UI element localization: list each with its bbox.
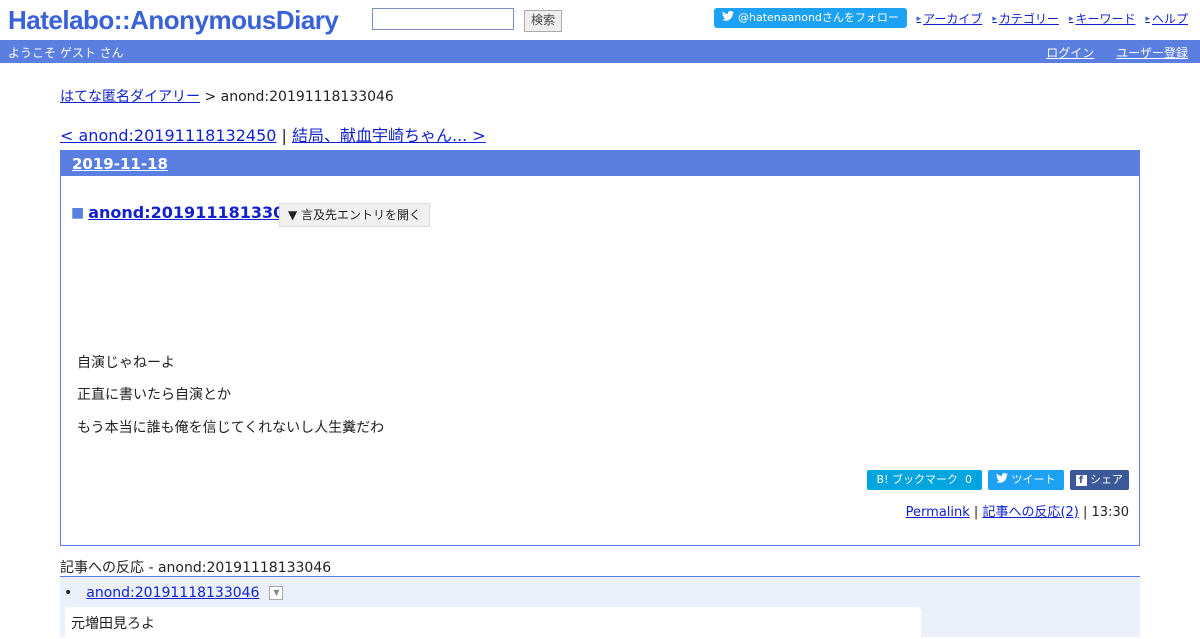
day-section: 2019-11-18 ■ anond:20191118133006 ▼ 言及先エ… bbox=[60, 150, 1140, 546]
day-header: 2019-11-18 bbox=[61, 151, 1139, 176]
chevron-down-icon[interactable]: ▼ bbox=[269, 586, 284, 600]
entry-meta: Permalink | 記事への反応(2) | 13:30 bbox=[905, 505, 1129, 520]
nav-help[interactable]: ▸ ヘルプ bbox=[1145, 10, 1188, 27]
responses-link[interactable]: 記事への反応(2) bbox=[982, 505, 1078, 520]
user-bar: ようこそ ゲスト さん ログイン ユーザー登録 bbox=[0, 40, 1200, 63]
permalink[interactable]: Permalink bbox=[906, 505, 970, 520]
top-bar: Hatelabo::AnonymousDiary 検索 @hatenaanond… bbox=[0, 0, 1200, 40]
top-nav: ▸ アーカイブ ▸ カテゴリー ▸ キーワード ▸ ヘルプ bbox=[917, 10, 1188, 27]
prev-entry-link[interactable]: < anond:20191118132450 bbox=[60, 126, 276, 145]
login-link[interactable]: ログイン bbox=[1046, 44, 1094, 61]
register-link[interactable]: ユーザー登録 bbox=[1116, 44, 1188, 61]
entry-pager: < anond:20191118132450 | 結局、献血宇崎ちゃん... > bbox=[60, 122, 486, 146]
reference-snippet-text: 元増田見ろよ bbox=[71, 616, 155, 632]
list-bullet-icon: • bbox=[64, 585, 73, 601]
references-title: 記事への反応 - anond:20191118133046 bbox=[60, 560, 332, 576]
references-list: • anond:20191118133046 ▼ 元増田見ろよ bbox=[60, 576, 1140, 639]
breadcrumb-separator: > bbox=[200, 89, 221, 105]
welcome-text: ようこそ ゲスト さん bbox=[8, 46, 124, 60]
twitter-icon bbox=[996, 473, 1012, 486]
reference-snippet: 元増田見ろよ bbox=[65, 607, 921, 639]
square-icon: ■ bbox=[71, 204, 85, 221]
auth-links: ログイン ユーザー登録 bbox=[1046, 44, 1188, 61]
breadcrumb-home[interactable]: はてな匿名ダイアリー bbox=[60, 89, 200, 105]
search-input[interactable] bbox=[372, 8, 514, 30]
nav-keyword[interactable]: ▸ キーワード bbox=[1069, 10, 1136, 27]
pager-separator: | bbox=[276, 126, 292, 145]
bullet-icon: ▸ bbox=[916, 13, 922, 24]
tweet-button[interactable]: ツイート bbox=[988, 470, 1064, 490]
bullet-icon: ▸ bbox=[1145, 13, 1150, 24]
bookmark-count: 0 bbox=[965, 473, 972, 486]
nav-archive[interactable]: ▸ アーカイブ bbox=[917, 10, 983, 27]
hatena-bookmark-button[interactable]: B! ブックマーク 0 bbox=[866, 470, 982, 490]
reference-item: • anond:20191118133046 ▼ bbox=[64, 585, 284, 601]
follow-label: @hatenaanondさんをフォロー bbox=[738, 11, 899, 24]
bullet-icon: ▸ bbox=[1068, 13, 1074, 24]
next-entry-link[interactable]: 結局、献血宇崎ちゃん... > bbox=[292, 126, 486, 145]
expand-referenced-button[interactable]: ▼ 言及先エントリを開く bbox=[279, 203, 431, 227]
entry-body-line: 正直に書いたら自演とか bbox=[77, 387, 231, 403]
search-button[interactable]: 検索 bbox=[524, 10, 563, 32]
twitter-follow-button[interactable]: @hatenaanondさんをフォロー bbox=[714, 8, 907, 28]
entry-body-line: 自演じゃねーよ bbox=[77, 355, 175, 371]
share-buttons: B! ブックマーク 0 ツイート f シェア bbox=[866, 470, 1129, 490]
entry-title-link[interactable]: anond:20191118133006 bbox=[88, 203, 306, 222]
entry-body-line: もう本当に誰も俺を信じてくれないし人生糞だわ bbox=[77, 420, 385, 436]
date-link[interactable]: 2019-11-18 bbox=[72, 155, 168, 173]
breadcrumb: はてな匿名ダイアリー > anond:20191118133046 bbox=[60, 86, 394, 106]
site-logo[interactable]: Hatelabo::AnonymousDiary bbox=[8, 4, 339, 36]
facebook-share-button[interactable]: f シェア bbox=[1069, 470, 1129, 490]
bullet-icon: ▸ bbox=[992, 13, 997, 24]
entry-title: ■ anond:20191118133006 bbox=[71, 203, 307, 222]
breadcrumb-current: anond:20191118133046 bbox=[220, 89, 394, 105]
reference-link[interactable]: anond:20191118133046 bbox=[86, 585, 259, 601]
twitter-icon bbox=[722, 8, 734, 28]
facebook-icon: f bbox=[1075, 474, 1087, 486]
entry-time: 13:30 bbox=[1091, 505, 1129, 520]
nav-category[interactable]: ▸ カテゴリー bbox=[992, 10, 1059, 27]
